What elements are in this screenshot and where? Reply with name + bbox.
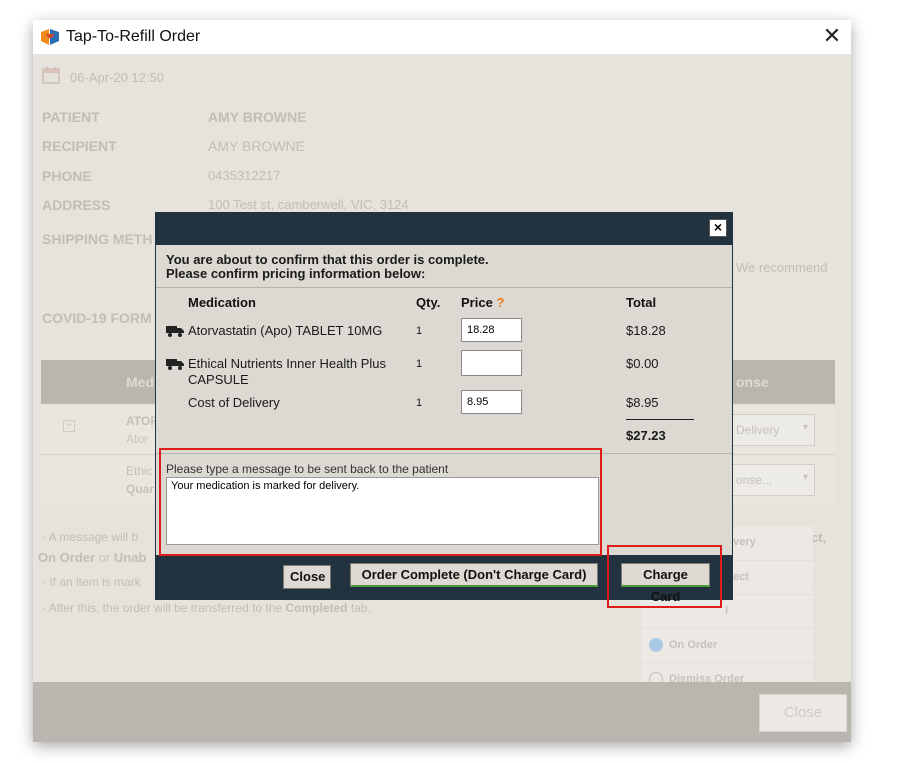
- note-message-sent: · A message will b: [42, 530, 139, 544]
- window-footer: [33, 682, 851, 742]
- response-select[interactable]: onse... ▾: [723, 464, 815, 496]
- shipping-method-label: SHIPPING METH: [42, 231, 153, 247]
- address-label: ADDRESS: [42, 197, 111, 213]
- charge-card-button[interactable]: Charge Card: [621, 563, 710, 604]
- covid-form-label: COVID-19 FORM: [42, 310, 152, 326]
- intro-line-2: Please confirm pricing information below…: [166, 266, 426, 281]
- phone-value: 0435312217: [208, 168, 281, 183]
- intro-line-1: You are about to confirm that this order…: [166, 252, 489, 267]
- dialog-titlebar: ×: [156, 213, 732, 245]
- window-close-button[interactable]: ✕: [819, 24, 845, 48]
- order-date: 06-Apr-20 12:50: [70, 70, 164, 85]
- phone-label: PHONE: [42, 168, 92, 184]
- dialog-intro: You are about to confirm that this order…: [166, 253, 489, 281]
- recipient-label: RECIPIENT: [42, 138, 117, 154]
- recipient-value: AMY BROWNE: [208, 138, 305, 154]
- order-complete-button[interactable]: Order Complete (Don't Charge Card): [350, 563, 598, 587]
- delivery-truck-icon: [166, 326, 184, 337]
- dialog-close-icon[interactable]: ×: [709, 219, 727, 237]
- grand-total: $27.23: [626, 428, 666, 443]
- total-header: Total: [626, 295, 657, 310]
- row-1-medication: Atorvastatin (Apo) TABLET 10MG: [188, 323, 383, 338]
- row-3-total: $8.95: [626, 395, 659, 410]
- chevron-down-icon: ▾: [802, 472, 808, 483]
- row-3-medication: Cost of Delivery: [188, 395, 280, 410]
- recommend-note: We recommend: [736, 260, 828, 275]
- row-1-price-input[interactable]: [461, 318, 522, 342]
- medication-header: Medication: [188, 295, 256, 310]
- response-column-header: onse: [736, 374, 769, 390]
- note-item-marked: · If an item is mark: [42, 575, 141, 589]
- address-value: 100 Test st, camberwell, VIC, 3124: [208, 197, 409, 212]
- row-2-qty: 1: [416, 358, 423, 370]
- window-title: Tap-To-Refill Order: [66, 28, 201, 45]
- divider: [156, 453, 732, 454]
- window-footer-close-button[interactable]: Close: [759, 694, 847, 732]
- row-med-name: ATOR: [126, 414, 159, 428]
- divider: [156, 287, 732, 288]
- row-2-price-input[interactable]: [461, 350, 522, 376]
- menu-item-on-order[interactable]: On Order: [641, 628, 813, 663]
- row-med-name: Ethic: [126, 464, 153, 478]
- row-2-total: $0.00: [626, 356, 659, 371]
- row-2-medication-line-1: Ethical Nutrients Inner Health Plus: [188, 356, 386, 371]
- row-3-qty: 1: [416, 397, 423, 409]
- window-titlebar: Tap-To-Refill Order ✕: [33, 20, 851, 54]
- total-underline: [626, 419, 694, 420]
- dialog-close-button[interactable]: Close: [283, 565, 331, 589]
- chevron-down-icon: ▾: [802, 422, 808, 433]
- row-med-sub: Quar: [126, 482, 155, 496]
- row-1-qty: 1: [416, 325, 423, 337]
- expand-icon[interactable]: +: [63, 420, 75, 432]
- app-logo-icon: [41, 29, 59, 45]
- confirm-order-dialog: × You are about to confirm that this ord…: [155, 212, 733, 604]
- row-med-sub: Ator: [126, 432, 149, 446]
- patient-value: AMY BROWNE: [208, 109, 307, 125]
- message-label: Please type a message to be sent back to…: [166, 462, 449, 476]
- patient-label: PATIENT: [42, 109, 100, 125]
- clock-icon: [649, 638, 663, 652]
- row-3-price-input[interactable]: [461, 390, 522, 414]
- delivery-truck-icon: [166, 359, 184, 370]
- response-select[interactable]: Delivery ▾: [723, 414, 815, 446]
- qty-header: Qty.: [416, 295, 441, 310]
- price-help-icon[interactable]: ?: [496, 295, 504, 310]
- row-1-total: $18.28: [626, 323, 666, 338]
- note-message-tail: ct,: [811, 530, 827, 545]
- price-header: Price ?: [461, 295, 505, 310]
- medication-column-header: Med: [126, 374, 154, 390]
- calendar-icon: [42, 67, 60, 84]
- note-completed-transfer: · After this, the order will be transfer…: [42, 601, 371, 615]
- row-2-medication-line-2: CAPSULE: [188, 372, 249, 387]
- note-statuses: On Order or Unab: [38, 550, 147, 565]
- patient-message-textarea[interactable]: Your medication is marked for delivery.: [166, 477, 599, 545]
